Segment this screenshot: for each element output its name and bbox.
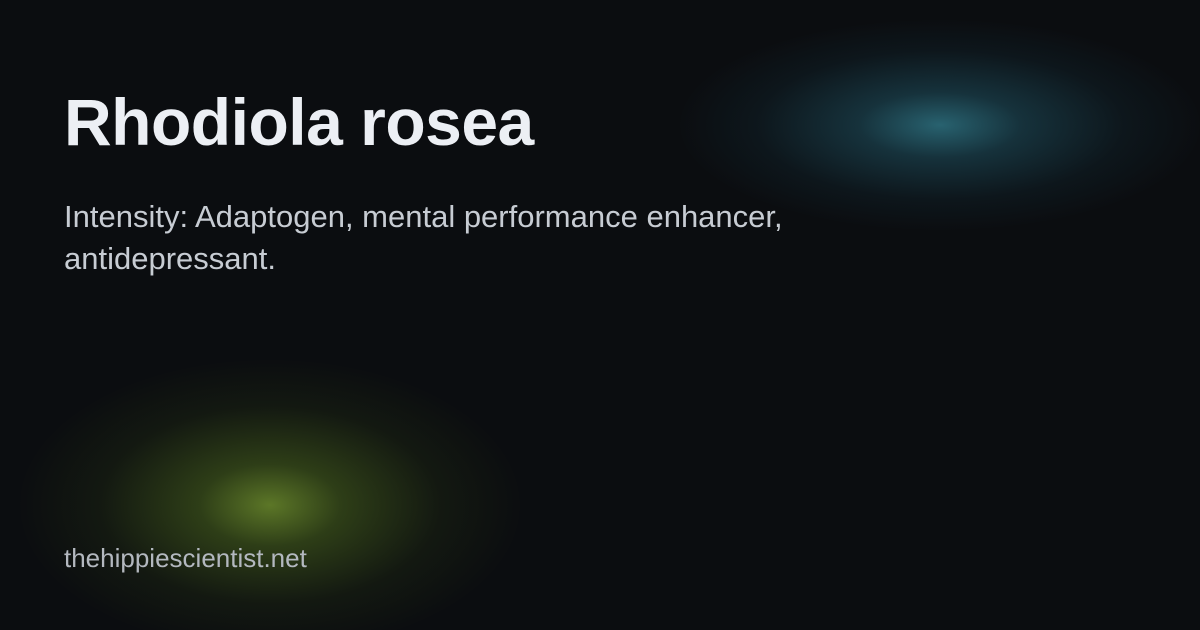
description-text: Intensity: Adaptogen, mental performance… — [64, 199, 783, 276]
share-card: Rhodiola rosea Intensity: Adaptogen, men… — [0, 0, 1200, 630]
site-domain: thehippiescientist.net — [64, 543, 307, 573]
page-title: Rhodiola rosea — [64, 85, 534, 159]
green-glow-decoration — [20, 360, 520, 630]
